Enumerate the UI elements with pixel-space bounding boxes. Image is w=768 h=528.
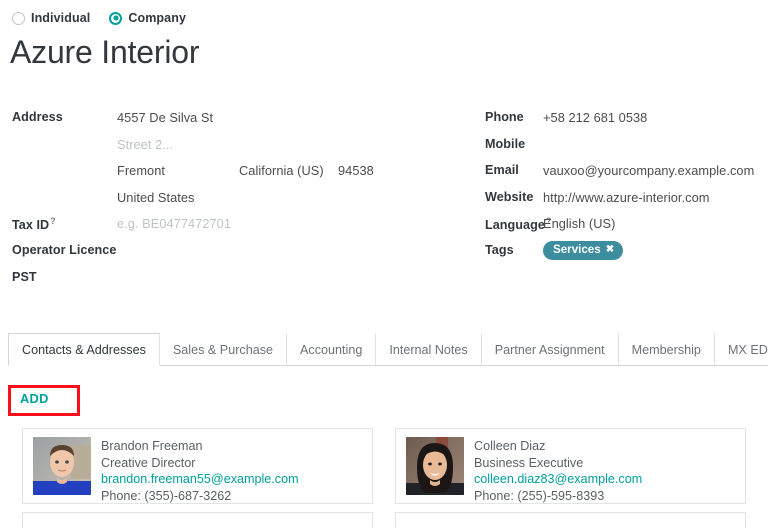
email-label: Email (460, 161, 543, 177)
field-tags: Tags Services ✖ (460, 241, 768, 268)
radio-company-dot[interactable] (109, 12, 122, 25)
form-column-right: Phone +58 212 681 0538 Mobile Email vaux… (460, 108, 768, 313)
tax-id-label: Tax ID? (0, 214, 117, 232)
address-label: Address (0, 108, 117, 124)
radio-company-label: Company (128, 11, 186, 25)
tag-services-label: Services (553, 243, 601, 257)
field-operator-licence: Operator Licence (0, 241, 460, 268)
contact-role: Creative Director (101, 455, 299, 472)
address-country-label (0, 188, 117, 190)
field-tax-id: Tax ID? e.g. BE0477472701 (0, 214, 460, 241)
contact-role: Business Executive (474, 455, 642, 472)
radio-individual-dot[interactable] (12, 12, 25, 25)
tax-id-help-icon[interactable]: ? (50, 216, 56, 226)
notebook: Contacts & Addresses Sales & Purchase Ac… (8, 333, 768, 366)
address-street-value[interactable]: 4557 De Silva St (117, 108, 213, 125)
contact-cards-list: Brandon Freeman Creative Director brando… (22, 428, 746, 528)
tab-mx-edi[interactable]: MX EDI (714, 333, 768, 365)
mobile-label: Mobile (460, 135, 543, 151)
address-citystatezip-label (0, 161, 117, 163)
tags-label: Tags (460, 241, 543, 257)
pst-label: PST (0, 268, 117, 284)
contact-name: Brandon Freeman (101, 438, 299, 455)
radio-individual[interactable]: Individual (12, 11, 90, 25)
contact-card[interactable]: Brandon Freeman Creative Director brando… (22, 428, 373, 504)
website-value[interactable]: http://www.azure-interior.com (543, 188, 709, 205)
address-zip-value[interactable]: 94538 (338, 161, 374, 178)
field-mobile: Mobile (460, 135, 768, 162)
address-country-value[interactable]: United States (117, 188, 194, 205)
field-phone: Phone +58 212 681 0538 (460, 108, 768, 135)
contact-email[interactable]: colleen.diaz83@example.com (474, 471, 642, 488)
tab-internal-notes[interactable]: Internal Notes (375, 333, 481, 365)
field-pst: PST (0, 268, 460, 295)
tab-contacts-addresses[interactable]: Contacts & Addresses (8, 333, 160, 366)
address-state-value[interactable]: California (US) (239, 161, 338, 178)
language-value[interactable]: English (US) (543, 214, 615, 231)
phone-value[interactable]: +58 212 681 0538 (543, 108, 647, 125)
field-address: Address 4557 De Silva St (0, 108, 460, 135)
contact-card[interactable] (395, 512, 746, 528)
field-address-country: United States (0, 188, 460, 215)
tag-services[interactable]: Services ✖ (543, 241, 623, 260)
language-label: Language? (460, 214, 543, 232)
field-email: Email vauxoo@yourcompany.example.com (460, 161, 768, 188)
address-street2-input[interactable]: Street 2... (117, 135, 173, 152)
tab-partner-assignment[interactable]: Partner Assignment (481, 333, 619, 365)
phone-label: Phone (460, 108, 543, 124)
contact-phone: Phone: (255)-595-8393 (474, 488, 642, 505)
contact-phone: Phone: (355)-687-3262 (101, 488, 299, 505)
field-website: Website http://www.azure-interior.com (460, 188, 768, 215)
contact-card[interactable]: Colleen Diaz Business Executive colleen.… (395, 428, 746, 504)
radio-company[interactable]: Company (109, 11, 186, 25)
address-city-value[interactable]: Fremont (117, 161, 239, 178)
tab-sales-purchase[interactable]: Sales & Purchase (159, 333, 287, 365)
field-address-citystatezip: Fremont California (US) 94538 (0, 161, 460, 188)
notebook-tab-list: Contacts & Addresses Sales & Purchase Ac… (8, 333, 768, 366)
avatar (406, 437, 464, 495)
add-contact-button[interactable]: ADD (20, 391, 49, 406)
avatar-photo-female (406, 437, 464, 495)
operator-licence-label: Operator Licence (0, 241, 117, 257)
company-type-radio-group[interactable]: Individual Company (12, 11, 186, 25)
contact-card-body: Colleen Diaz Business Executive colleen.… (474, 437, 642, 504)
field-address-street2: Street 2... (0, 135, 460, 162)
avatar-photo-male (33, 437, 91, 495)
contact-form-page: Individual Company Azure Interior Addres… (0, 0, 768, 528)
contact-card-body: Brandon Freeman Creative Director brando… (101, 437, 299, 504)
contact-name: Colleen Diaz (474, 438, 642, 455)
tag-remove-icon[interactable]: ✖ (606, 243, 614, 257)
radio-individual-label: Individual (31, 11, 90, 25)
field-language: Language? English (US) (460, 214, 768, 241)
avatar (33, 437, 91, 495)
form-column-left: Address 4557 De Silva St Street 2... Fre… (0, 108, 460, 313)
tax-id-input[interactable]: e.g. BE0477472701 (117, 214, 231, 231)
website-label: Website (460, 188, 543, 204)
contact-form-fields: Address 4557 De Silva St Street 2... Fre… (0, 108, 768, 313)
tab-membership[interactable]: Membership (618, 333, 715, 365)
contact-email[interactable]: brandon.freeman55@example.com (101, 471, 299, 488)
tab-accounting[interactable]: Accounting (286, 333, 376, 365)
email-value[interactable]: vauxoo@yourcompany.example.com (543, 161, 754, 178)
address-street2-label (0, 135, 117, 137)
page-title[interactable]: Azure Interior (10, 32, 199, 72)
contact-card[interactable] (22, 512, 373, 528)
